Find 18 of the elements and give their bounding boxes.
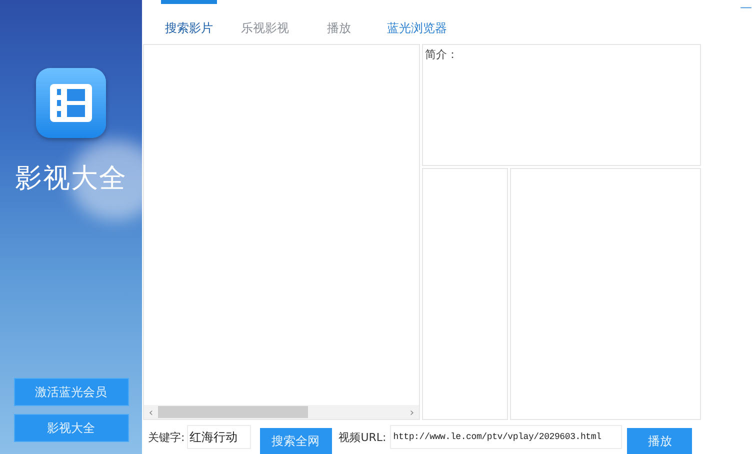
activate-member-button[interactable]: 激活蓝光会员	[14, 378, 128, 406]
scrollbar-thumb[interactable]	[158, 406, 308, 418]
app-home-button[interactable]: 影视大全	[14, 414, 128, 442]
tab[interactable]: 播放	[327, 0, 351, 44]
film-icon	[36, 68, 106, 138]
minimize-button[interactable]: —	[740, 0, 752, 14]
app-title: 影视大全	[15, 162, 127, 196]
keyword-field[interactable]: 红海行动	[186, 425, 251, 449]
scroll-right-button[interactable]: ›	[405, 406, 419, 418]
url-field[interactable]: http://www.le.com/ptv/vplay/2029603.html	[390, 425, 622, 449]
scroll-left-button[interactable]: ‹	[144, 406, 158, 418]
url-label: 视频URL:	[338, 430, 386, 444]
keyword-label: 关键字:	[148, 430, 185, 444]
play-button[interactable]: 播放	[627, 428, 692, 454]
tab[interactable]: 蓝光浏览器	[387, 0, 447, 44]
tab[interactable]: 乐视影视	[241, 0, 289, 44]
intro-label: 简介：	[425, 48, 458, 61]
search-all-button[interactable]: 搜索全网	[260, 428, 332, 454]
